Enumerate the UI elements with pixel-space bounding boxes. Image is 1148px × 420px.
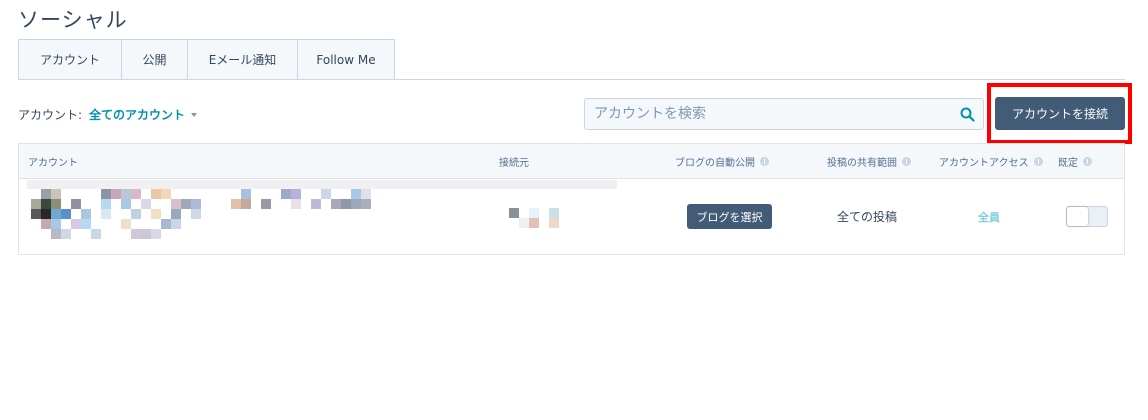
toggle-knob	[1067, 207, 1088, 226]
column-header-share-scope: 投稿の共有範囲	[827, 144, 911, 179]
table-header: アカウント 接続元 ブログの自動公開 投稿の共有範囲 アカウントアクセス 既定	[19, 144, 1124, 179]
column-header-label: ブログの自動公開	[675, 158, 755, 169]
column-header-source: 接続元	[499, 144, 529, 179]
tab-follow-me[interactable]: Follow Me	[297, 39, 395, 80]
tab-accounts[interactable]: アカウント	[18, 39, 121, 80]
select-blog-button[interactable]: ブログを選択	[687, 204, 772, 229]
tabs-divider	[18, 79, 1125, 80]
column-header-default: 既定	[1058, 144, 1092, 179]
info-icon[interactable]	[902, 157, 911, 166]
account-access-value[interactable]: 全員	[978, 209, 1000, 225]
tab-email-notifications[interactable]: Eメール通知	[187, 39, 297, 80]
caret-down-icon	[191, 112, 198, 117]
column-header-label: 投稿の共有範囲	[827, 158, 897, 169]
tab-publishing[interactable]: 公開	[121, 39, 187, 80]
settings-tabs: アカウント 公開 Eメール通知 Follow Me	[18, 39, 395, 80]
account-filter-label: アカウント:	[18, 108, 83, 122]
info-icon[interactable]	[1033, 157, 1043, 166]
default-toggle[interactable]	[1066, 206, 1108, 227]
search-box	[584, 98, 984, 130]
column-header-blog-auto-publish: ブログの自動公開	[675, 144, 769, 179]
column-header-account-access: アカウントアクセス	[939, 144, 1043, 179]
search-input[interactable]	[585, 99, 951, 129]
column-header-label: 既定	[1058, 158, 1078, 169]
redacted-source-logo	[509, 208, 559, 228]
info-icon[interactable]	[760, 157, 769, 166]
column-header-label: 接続元	[499, 158, 529, 169]
accounts-table: アカウント 接続元 ブログの自動公開 投稿の共有範囲 アカウントアクセス 既定	[18, 143, 1125, 255]
account-filter: アカウント: 全てのアカウント	[18, 106, 198, 123]
account-filter-dropdown[interactable]: 全てのアカウント	[89, 106, 198, 123]
connect-account-button[interactable]: アカウントを接続	[995, 97, 1125, 130]
search-icon[interactable]	[951, 99, 983, 129]
info-icon[interactable]	[1083, 157, 1092, 166]
share-scope-value: 全ての投稿	[837, 210, 898, 224]
column-header-label: アカウント	[28, 158, 78, 169]
account-filter-value: 全てのアカウント	[89, 108, 186, 122]
column-header-account: アカウント	[28, 144, 78, 179]
column-header-label: アカウントアクセス	[939, 158, 1029, 169]
page-title: ソーシャル	[18, 8, 128, 32]
